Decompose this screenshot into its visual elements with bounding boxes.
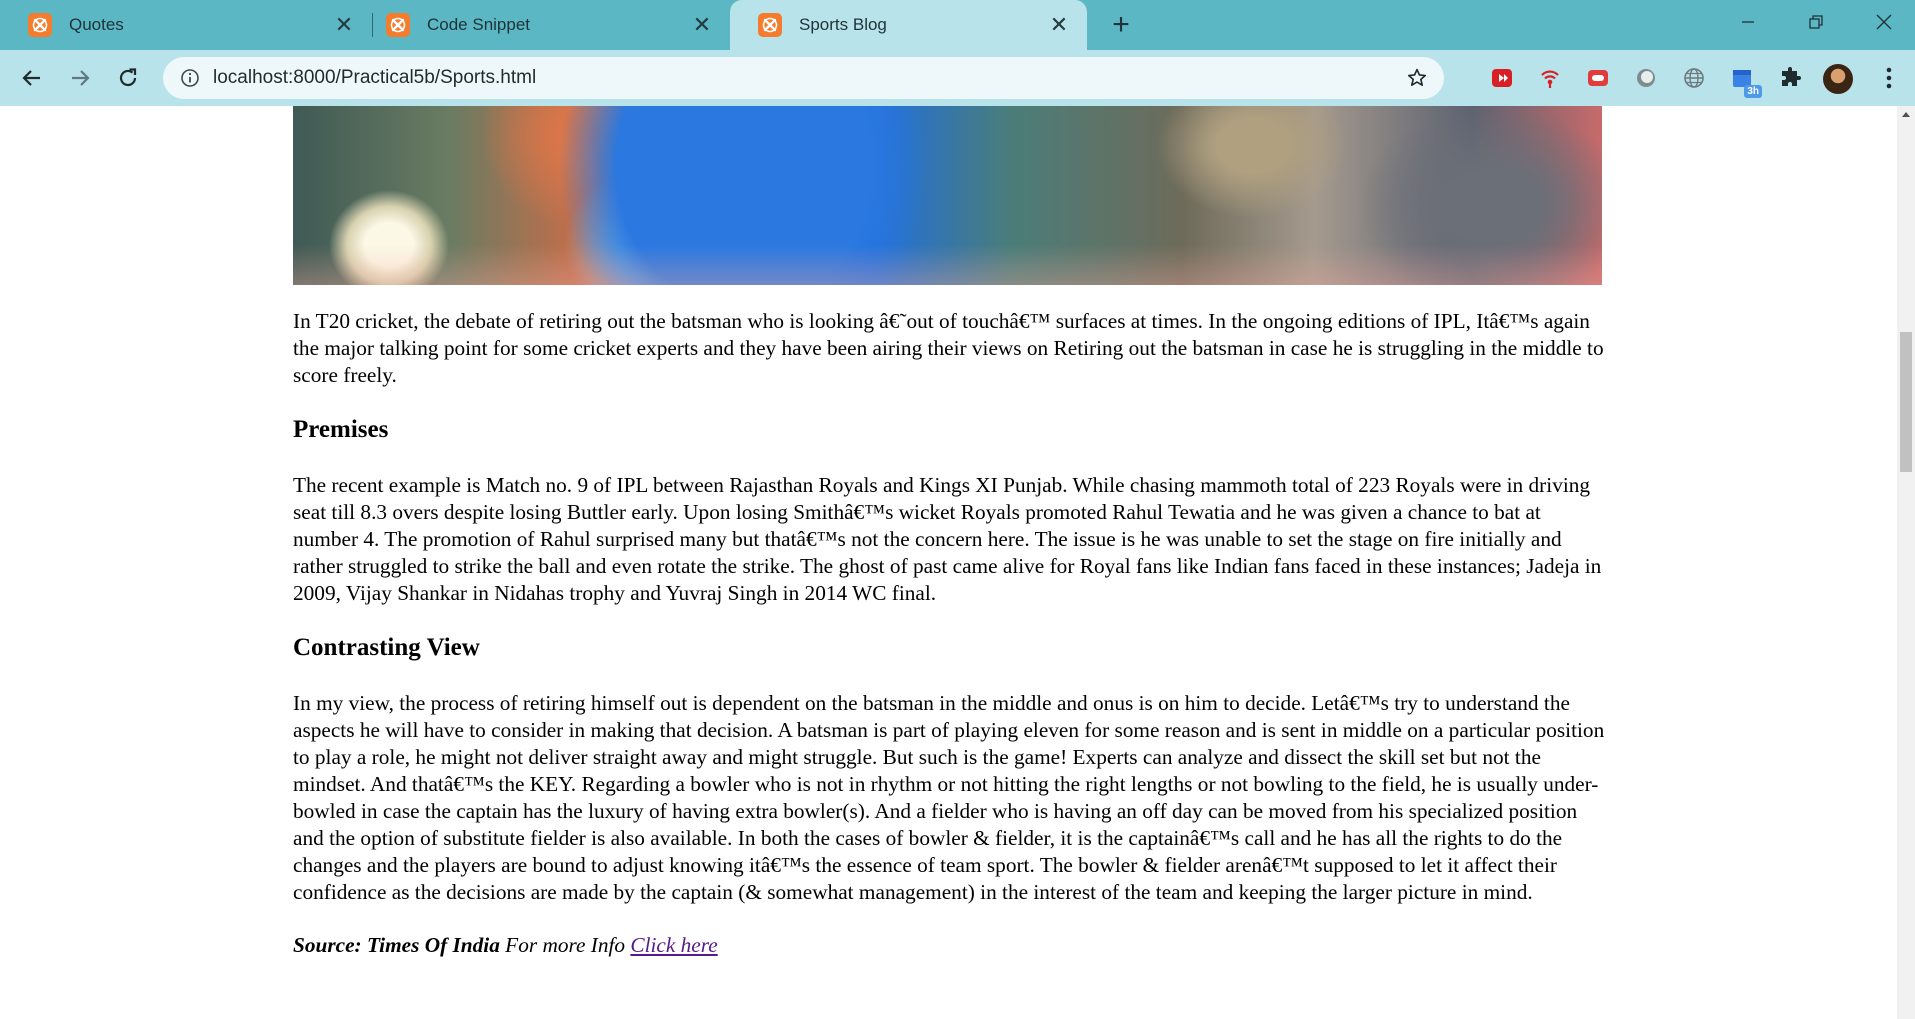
tab-code-snippet[interactable]: Code Snippet ✕ [358,0,730,50]
click-here-link[interactable]: Click here [630,933,717,957]
section-body-contrasting-view: In my view, the process of retiring hims… [293,691,1605,904]
section-heading-premises: Premises [293,416,389,443]
xampp-icon [386,13,410,37]
arrow-left-icon [22,70,40,86]
minimize-button[interactable] [1724,0,1772,44]
address-bar[interactable]: localhost:8000/Practical5b/Sports.html [163,57,1444,99]
close-window-icon [1876,14,1892,30]
minimize-icon [1742,21,1754,23]
calendar-extension-icon[interactable]: 3h [1728,64,1762,98]
source-line: Source: Times Of India For more Info Cli… [293,932,1605,959]
reload-icon [119,68,137,87]
tab-title: Code Snippet [427,15,531,34]
restore-button[interactable] [1792,0,1840,44]
star-icon[interactable] [1404,65,1430,91]
page-viewport: In T20 cricket, the debate of retiring o… [0,106,1897,1019]
close-window-button[interactable] [1860,0,1908,44]
section-body-premises: The recent example is Match no. 9 of IPL… [293,473,1602,605]
globe-extension-icon[interactable] [1680,64,1708,92]
cricket-hero-image [293,106,1602,285]
scroll-thumb[interactable] [1900,332,1912,472]
tab-title: Quotes [69,15,124,34]
close-icon[interactable]: ✕ [688,11,716,39]
tab-strip: Quotes ✕ Code Snippet ✕ Sports Blog ✕ + [0,0,1915,50]
avatar[interactable] [1823,64,1853,94]
more-vert-icon[interactable] [1875,64,1903,92]
scroll-up-arrow-icon[interactable] [1902,112,1910,117]
arrow-right-icon [72,70,90,86]
close-icon[interactable]: ✕ [330,11,358,39]
wifi-extension-icon[interactable] [1536,64,1564,92]
intro-paragraph: In T20 cricket, the debate of retiring o… [293,309,1604,387]
info-icon[interactable] [179,67,201,89]
reload-button[interactable] [108,58,148,98]
article: In T20 cricket, the debate of retiring o… [293,308,1605,985]
vertical-scrollbar[interactable] [1897,106,1915,1019]
restore-icon [1809,15,1823,29]
xampp-icon [758,13,782,37]
extension-badge: 3h [1744,85,1762,98]
url-text[interactable]: localhost:8000/Practical5b/Sports.html [213,67,1404,89]
tab-quotes[interactable]: Quotes ✕ [0,0,372,50]
source-label: Source: Times Of India [293,933,500,957]
screen-recorder-extension-icon[interactable] [1584,64,1612,92]
close-icon[interactable]: ✕ [1045,11,1073,39]
back-button[interactable] [12,58,52,98]
circle-extension-icon[interactable] [1632,64,1660,92]
section-heading-contrasting-view: Contrasting View [293,634,480,661]
tab-sports-blog[interactable]: Sports Blog ✕ [730,0,1087,50]
browser-toolbar: localhost:8000/Practical5b/Sports.html 3… [0,50,1915,106]
xampp-icon [28,13,52,37]
new-tab-button[interactable]: + [1104,8,1138,41]
video-extension-icon[interactable] [1488,64,1516,92]
tab-title: Sports Blog [799,15,887,34]
more-info-text: For more Info [499,933,631,957]
forward-button[interactable] [60,58,100,98]
puzzle-icon[interactable] [1776,64,1804,92]
